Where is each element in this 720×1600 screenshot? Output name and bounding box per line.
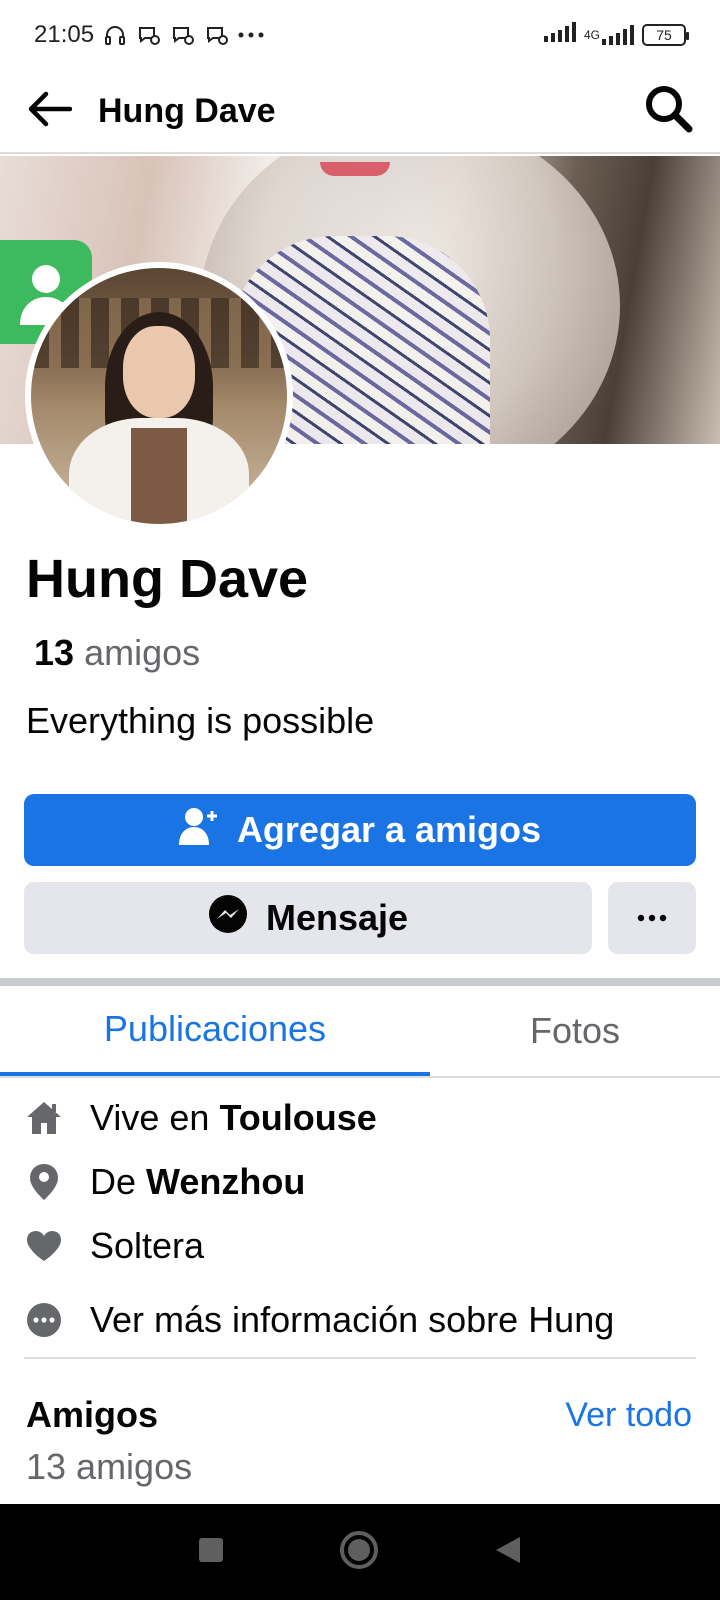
more-options-button[interactable] — [608, 882, 696, 954]
location-pin-icon — [24, 1162, 64, 1202]
messenger-icon — [208, 894, 248, 943]
friends-count-number: 13 — [34, 632, 75, 673]
network-type-label: 4G — [583, 28, 600, 42]
more-dots-icon — [637, 909, 667, 927]
from-prefix: De — [90, 1161, 137, 1202]
see-all-friends-link[interactable]: Ver todo — [565, 1396, 692, 1435]
divider — [24, 1357, 696, 1359]
message-button[interactable]: Mensaje — [24, 882, 592, 954]
add-friend-label: Agregar a amigos — [236, 809, 542, 850]
add-friend-button[interactable]: Agregar a amigos — [24, 794, 696, 866]
detail-relationship: Soltera — [24, 1214, 696, 1278]
status-notification-icons — [102, 22, 264, 48]
profile-header: Hung Dave — [0, 70, 720, 154]
overflow-dots-icon — [238, 22, 264, 48]
message-label: Mensaje — [265, 897, 409, 938]
friends-count[interactable]: 13 amigos — [34, 632, 200, 674]
detail-from: De Wenzhou — [24, 1150, 696, 1214]
friends-section-title: Amigos — [26, 1394, 159, 1435]
tab-photos[interactable]: Fotos — [430, 986, 720, 1076]
relationship-status: Soltera — [90, 1225, 205, 1266]
tab-posts[interactable]: Publicaciones — [0, 986, 430, 1076]
signal-icon — [543, 21, 576, 49]
status-time: 21:05 — [34, 21, 95, 48]
section-divider — [0, 978, 720, 986]
headphones-icon — [102, 22, 128, 48]
header-title: Hung Dave — [98, 91, 276, 130]
chat-notification-icon — [170, 22, 196, 48]
status-bar: 21:05 4G 75 — [0, 0, 720, 70]
home-icon — [24, 1098, 64, 1138]
status-system-icons: 4G 75 — [543, 21, 689, 49]
profile-details: Vive en Toulouse De Wenzhou Soltera Ver … — [24, 1086, 696, 1358]
profile-bio: Everything is possible — [26, 700, 375, 741]
see-more-info-link[interactable]: Ver más información sobre Hung — [24, 1282, 696, 1358]
mobile-data-signal-icon: 4G — [584, 25, 634, 45]
back-nav-icon[interactable] — [494, 1535, 522, 1570]
add-friend-icon — [178, 807, 219, 854]
profile-tabs: Publicaciones Fotos — [0, 986, 720, 1078]
home-nav-icon[interactable] — [339, 1530, 379, 1575]
back-arrow-icon[interactable] — [26, 91, 73, 132]
more-info-label: Ver más información sobre Hung — [90, 1299, 615, 1340]
chat-notification-icon — [136, 22, 162, 48]
lives-in-prefix: Vive en — [90, 1097, 210, 1138]
friends-section-count: 13 amigos — [26, 1446, 193, 1487]
search-icon[interactable] — [644, 84, 694, 139]
system-navigation-bar — [0, 1504, 720, 1600]
friends-count-word: amigos — [84, 632, 201, 673]
detail-lives-in: Vive en Toulouse — [24, 1086, 696, 1150]
profile-avatar[interactable] — [25, 262, 293, 530]
heart-icon — [24, 1226, 64, 1266]
lives-in-city[interactable]: Toulouse — [219, 1097, 376, 1139]
profile-name: Hung Dave — [26, 549, 309, 609]
recent-apps-icon[interactable] — [198, 1537, 224, 1568]
more-circle-icon — [24, 1300, 64, 1340]
from-city[interactable]: Wenzhou — [146, 1161, 305, 1203]
chat-notification-icon — [204, 22, 230, 48]
battery-icon: 75 — [642, 24, 689, 46]
